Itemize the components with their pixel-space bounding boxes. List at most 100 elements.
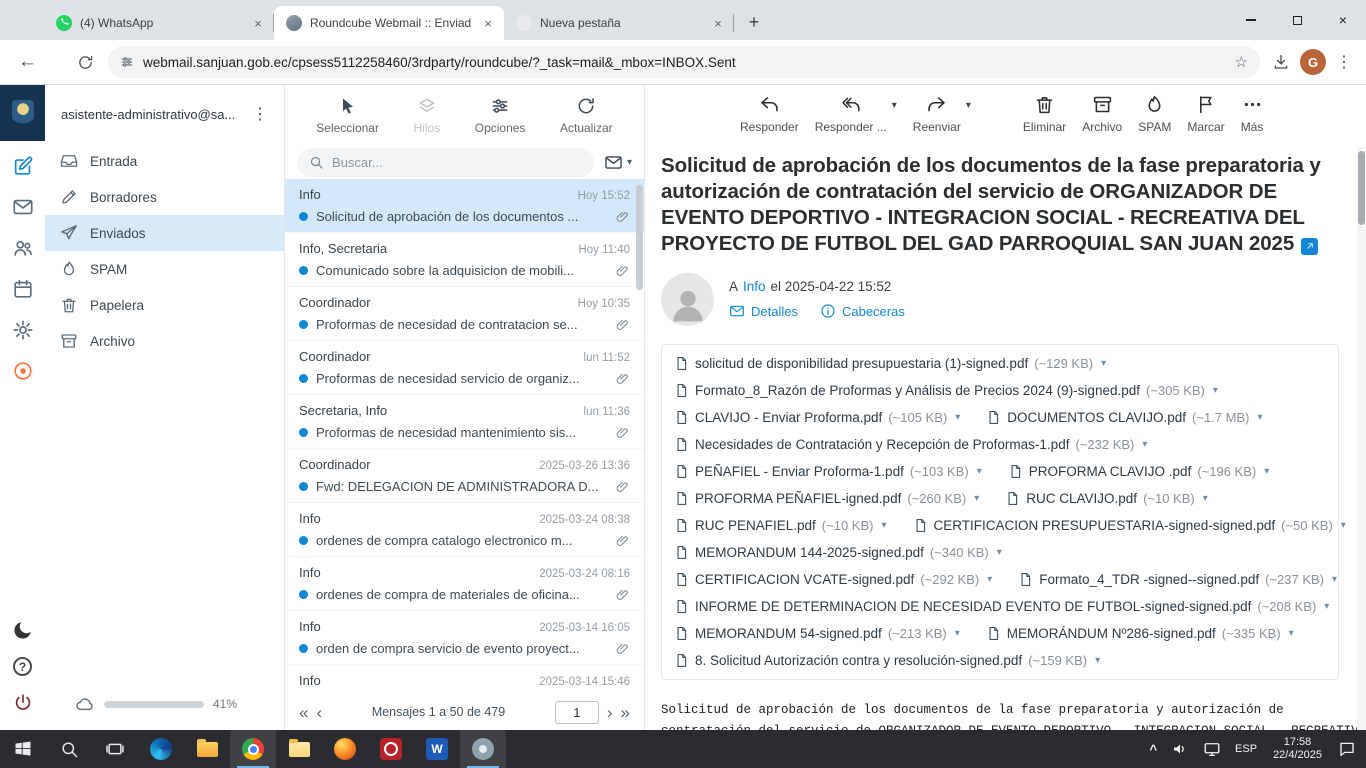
- last-page-button[interactable]: »: [621, 704, 630, 721]
- spam-button[interactable]: SPAM: [1138, 94, 1171, 134]
- reply-all-button[interactable]: Responder ...: [815, 94, 887, 134]
- calendar-icon[interactable]: [12, 278, 34, 300]
- reader-scrollbar-thumb[interactable]: [1358, 151, 1365, 225]
- attachment-item[interactable]: PROFORMA PEÑAFIEL-igned.pdf(~260 KB)▾: [674, 491, 979, 506]
- close-window-button[interactable]: ×: [1320, 0, 1366, 40]
- threads-button[interactable]: Hilos: [414, 96, 441, 135]
- delete-button[interactable]: Eliminar: [1023, 94, 1066, 134]
- attachment-name-link[interactable]: PEÑAFIEL - Enviar Proforma-1.pdf: [695, 464, 904, 479]
- attachment-menu-caret[interactable]: ▾: [987, 574, 992, 585]
- attachment-item[interactable]: DOCUMENTOS CLAVIJO.pdf(~1.7 MB)▾: [986, 410, 1262, 425]
- compose-icon[interactable]: [12, 155, 34, 177]
- attachment-menu-caret[interactable]: ▾: [955, 412, 960, 423]
- reload-button[interactable]: [77, 54, 94, 71]
- browser-profile-avatar[interactable]: G: [1300, 49, 1326, 75]
- select-button[interactable]: Seleccionar: [316, 96, 379, 135]
- pinned-app-button[interactable]: [460, 730, 506, 768]
- attachment-menu-caret[interactable]: ▾: [955, 628, 960, 639]
- sidebar-item-drafts[interactable]: Borradores: [45, 179, 284, 215]
- attachment-item[interactable]: CERTIFICACION PRESUPUESTARIA-signed-sign…: [913, 518, 1346, 533]
- attachment-menu-caret[interactable]: ▾: [1257, 412, 1262, 423]
- attachment-item[interactable]: INFORME DE DETERMINACION DE NECESIDAD EV…: [674, 599, 1329, 614]
- attachment-menu-caret[interactable]: ▾: [1324, 601, 1329, 612]
- tab-close-icon[interactable]: ×: [250, 15, 266, 31]
- attachment-name-link[interactable]: Formato_8_Razón de Proformas y Análisis …: [695, 383, 1140, 398]
- help-icon[interactable]: ?: [13, 657, 32, 676]
- bookmark-star-icon[interactable]: ☆: [1235, 53, 1248, 71]
- recipient-link[interactable]: Info: [743, 279, 766, 294]
- sidebar-item-archive[interactable]: Archivo: [45, 323, 284, 359]
- taskbar-clock[interactable]: 17:58 22/4/2025: [1264, 730, 1331, 768]
- message-row[interactable]: InfoHoy 15:52 Solicitud de aprobación de…: [285, 179, 644, 233]
- file-explorer-button[interactable]: [184, 730, 230, 768]
- attachment-name-link[interactable]: MEMORANDUM 144-2025-signed.pdf: [695, 545, 924, 560]
- refresh-button[interactable]: Actualizar: [560, 96, 613, 135]
- attachment-menu-caret[interactable]: ▾: [1203, 493, 1208, 504]
- reply-button[interactable]: Responder: [740, 94, 799, 134]
- attachment-menu-caret[interactable]: ▾: [1264, 466, 1269, 477]
- tray-expand-caret[interactable]: ^: [1142, 730, 1164, 768]
- attachment-name-link[interactable]: MEMORÁNDUM Nº286-signed.pdf: [1007, 626, 1216, 641]
- open-in-new-window-icon[interactable]: [1301, 238, 1318, 255]
- downloads-button[interactable]: [1272, 53, 1290, 71]
- reader-scrollbar-track[interactable]: [1357, 147, 1366, 730]
- forward-menu-caret[interactable]: ▾: [966, 100, 971, 111]
- message-row[interactable]: Secretaria, Infolun 11:36 Proformas de n…: [285, 395, 644, 449]
- attachment-menu-caret[interactable]: ▾: [1332, 574, 1337, 585]
- maximize-button[interactable]: [1274, 0, 1320, 40]
- attachment-item[interactable]: PROFORMA CLAVIJO .pdf(~196 KB)▾: [1008, 464, 1269, 479]
- attachment-name-link[interactable]: 8. Solicitud Autorización contra y resol…: [695, 653, 1022, 668]
- attachment-menu-caret[interactable]: ▾: [1095, 655, 1100, 666]
- next-page-button[interactable]: ›: [607, 704, 613, 721]
- mark-button[interactable]: Marcar: [1187, 94, 1224, 134]
- attachment-menu-caret[interactable]: ▾: [977, 466, 982, 477]
- new-tab-button[interactable]: +: [740, 8, 768, 36]
- firefox-taskbar-button[interactable]: [322, 730, 368, 768]
- attachment-name-link[interactable]: solicitud de disponibilidad presupuestar…: [695, 356, 1028, 371]
- message-row[interactable]: Info, SecretariaHoy 11:40 Comunicado sob…: [285, 233, 644, 287]
- logout-power-icon[interactable]: [12, 692, 34, 714]
- taskbar-search-button[interactable]: [46, 730, 92, 768]
- attachment-name-link[interactable]: CERTIFICACION PRESUPUESTARIA-signed-sign…: [934, 518, 1276, 533]
- network-icon[interactable]: [1196, 730, 1228, 768]
- contacts-icon[interactable]: [12, 237, 34, 259]
- attachment-menu-caret[interactable]: ▾: [1289, 628, 1294, 639]
- archive-button[interactable]: Archivo: [1082, 94, 1122, 134]
- back-button[interactable]: ←: [18, 51, 37, 73]
- tab-roundcube[interactable]: Roundcube Webmail :: Enviad ×: [274, 6, 504, 40]
- attachment-item[interactable]: MEMORÁNDUM Nº286-signed.pdf(~335 KB)▾: [986, 626, 1294, 641]
- attachment-menu-caret[interactable]: ▾: [881, 520, 886, 531]
- attachment-item[interactable]: solicitud de disponibilidad presupuestar…: [674, 356, 1106, 371]
- search-input[interactable]: [332, 155, 582, 170]
- folder-shortcut-button[interactable]: [276, 730, 322, 768]
- headers-link[interactable]: Cabeceras: [842, 304, 905, 319]
- attachment-item[interactable]: Formato_8_Razón de Proformas y Análisis …: [674, 383, 1218, 398]
- word-taskbar-button[interactable]: W: [414, 730, 460, 768]
- details-link[interactable]: Detalles: [751, 304, 798, 319]
- sidebar-item-sent[interactable]: Enviados: [45, 215, 284, 251]
- cpanel-icon[interactable]: [12, 360, 34, 382]
- tab-close-icon[interactable]: ×: [480, 15, 496, 31]
- edge-taskbar-button[interactable]: [138, 730, 184, 768]
- message-row[interactable]: Coordinadorlun 11:52 Proformas de necesi…: [285, 341, 644, 395]
- message-row[interactable]: Info2025-03-24 08:38 ordenes de compra c…: [285, 503, 644, 557]
- attachment-item[interactable]: RUC PENAFIEL.pdf(~10 KB)▾: [674, 518, 887, 533]
- message-row[interactable]: Info2025-03-14 15:46: [285, 665, 644, 694]
- minimize-button[interactable]: [1228, 0, 1274, 40]
- reply-all-menu-caret[interactable]: ▾: [892, 100, 897, 111]
- attachment-item[interactable]: MEMORANDUM 54-signed.pdf(~213 KB)▾: [674, 626, 960, 641]
- more-button[interactable]: Más: [1241, 94, 1264, 134]
- address-bar[interactable]: webmail.sanjuan.gob.ec/cpsess5112258460/…: [108, 46, 1260, 78]
- message-row[interactable]: Coordinador2025-03-26 13:36 Fwd: DELEGAC…: [285, 449, 644, 503]
- attachment-name-link[interactable]: Necesidades de Contratación y Recepción …: [695, 437, 1069, 452]
- attachment-item[interactable]: RUC CLAVIJO.pdf(~10 KB)▾: [1005, 491, 1208, 506]
- language-indicator[interactable]: ESP: [1228, 730, 1264, 768]
- site-settings-icon[interactable]: [120, 55, 134, 69]
- attachment-item[interactable]: PEÑAFIEL - Enviar Proforma-1.pdf(~103 KB…: [674, 464, 982, 479]
- attachment-name-link[interactable]: RUC CLAVIJO.pdf: [1026, 491, 1137, 506]
- attachment-item[interactable]: CERTIFICACION VCATE-signed.pdf(~292 KB)▾: [674, 572, 992, 587]
- attachment-menu-caret[interactable]: ▾: [997, 547, 1002, 558]
- attachment-menu-caret[interactable]: ▾: [974, 493, 979, 504]
- attachment-name-link[interactable]: PROFORMA PEÑAFIEL-igned.pdf: [695, 491, 901, 506]
- search-scope-button[interactable]: ▾: [604, 153, 632, 172]
